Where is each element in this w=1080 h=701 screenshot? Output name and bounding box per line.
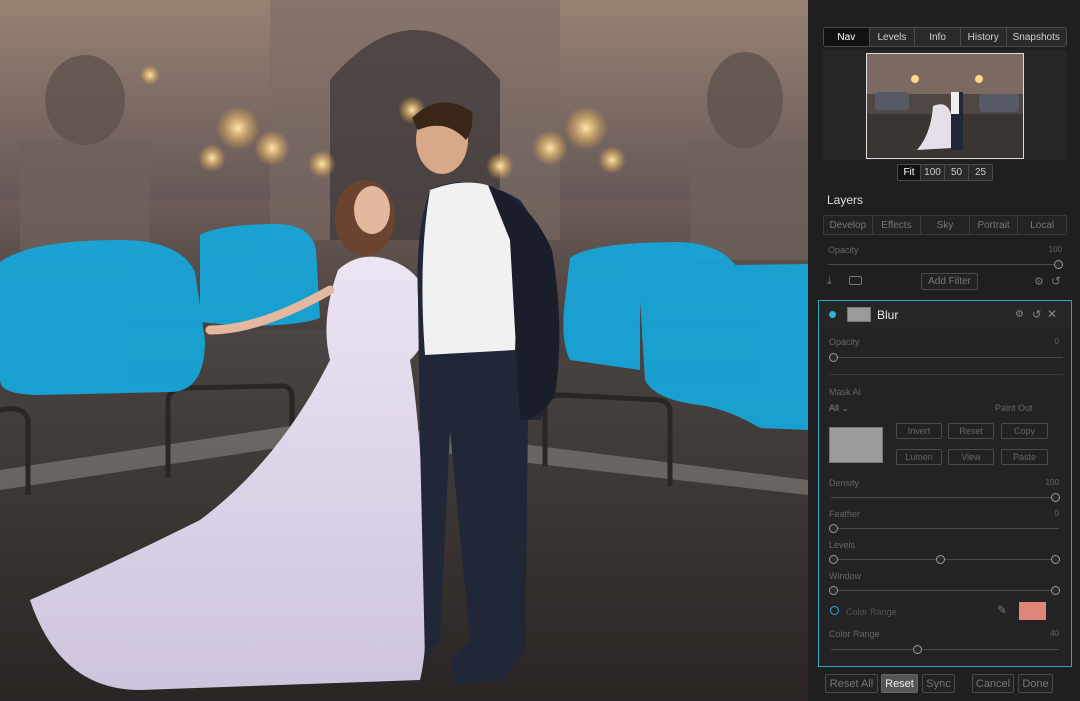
window-track[interactable] <box>831 590 1059 591</box>
tab-develop[interactable]: Develop <box>824 216 872 234</box>
zoom-100[interactable]: 100 <box>920 165 944 180</box>
download-icon[interactable]: ⤓ <box>827 275 832 288</box>
window-label: Window <box>829 571 862 581</box>
eyedropper-icon[interactable]: ✎ <box>997 603 1007 617</box>
paste-mask-button[interactable]: Paste <box>1001 449 1048 465</box>
mask-select[interactable]: All ⌄ <box>829 403 849 414</box>
layer-opacity-label: Opacity <box>828 245 859 255</box>
add-filter-button[interactable]: Add Filter <box>921 273 978 290</box>
reset-all-button[interactable]: Reset All <box>825 674 878 693</box>
view-mask-button[interactable]: View <box>948 449 994 465</box>
tab-levels[interactable]: Levels <box>868 28 915 46</box>
invert-button[interactable]: Invert <box>896 423 942 439</box>
filter-swatch <box>847 307 871 322</box>
density-knob[interactable] <box>1051 493 1060 502</box>
color-range-toggle[interactable] <box>830 606 839 615</box>
reset-button[interactable]: Reset <box>881 674 918 693</box>
color-range-knob[interactable] <box>913 645 922 654</box>
tab-info[interactable]: Info <box>914 28 960 46</box>
layer-opacity-value: 100 <box>1048 245 1062 254</box>
zoom-25[interactable]: 25 <box>968 165 992 180</box>
chevron-down-icon: ⌄ <box>841 403 850 413</box>
zoom-selector: Fit 100 50 25 <box>897 164 993 181</box>
gear-icon[interactable]: ⚙ <box>1034 275 1044 288</box>
window-knob-high[interactable] <box>1051 586 1060 595</box>
gear-icon[interactable]: ⚙ <box>1015 309 1024 320</box>
layers-title: Layers <box>827 193 864 207</box>
photo-canvas[interactable] <box>0 0 808 701</box>
panel-tabs: Nav Levels Info History Snapshots <box>823 27 1067 47</box>
levels-knob-low[interactable] <box>829 555 838 564</box>
color-range-label: Color Range <box>829 629 880 639</box>
tab-local[interactable]: Local <box>1017 216 1066 234</box>
blur-header: Blur ⚙ ↺ ✕ <box>819 301 1071 329</box>
tab-effects[interactable]: Effects <box>871 216 921 234</box>
density-track[interactable] <box>831 497 1059 498</box>
filter-active-indicator[interactable] <box>829 311 836 318</box>
feather-knob[interactable] <box>829 524 838 533</box>
layer-filter-tabs: Develop Effects Sky Portrait Local <box>823 215 1067 235</box>
levels-knob-mid[interactable] <box>936 555 945 564</box>
wedding-photo <box>0 0 808 701</box>
feather-track[interactable] <box>831 528 1059 529</box>
mask-ai-label: Mask AI <box>829 387 862 397</box>
window-knob-low[interactable] <box>829 586 838 595</box>
blur-opacity-label: Opacity <box>829 337 860 347</box>
editor-panel: Nav Levels Info History Snapshots Fit 10… <box>808 0 1080 701</box>
density-value: 100 <box>1045 478 1059 487</box>
mask-select-value: All <box>829 403 840 413</box>
blur-opacity-track[interactable] <box>831 357 1063 358</box>
divider <box>829 374 1063 375</box>
color-range-swatch[interactable] <box>1019 602 1046 620</box>
color-range-toggle-label: Color Range <box>846 607 897 617</box>
zoom-50[interactable]: 50 <box>944 165 968 180</box>
copy-mask-button[interactable]: Copy <box>1001 423 1048 439</box>
lumen-button[interactable]: Lumen <box>896 449 942 465</box>
layer-opacity-knob[interactable] <box>1054 260 1063 269</box>
zoom-fit[interactable]: Fit <box>898 165 920 180</box>
undo-icon[interactable]: ↺ <box>1032 308 1041 321</box>
camera-icon[interactable] <box>849 276 862 285</box>
levels-label: Levels <box>829 540 856 550</box>
blur-opacity-knob[interactable] <box>829 353 838 362</box>
feather-value: 0 <box>1054 509 1059 518</box>
sync-button[interactable]: Sync <box>922 674 955 693</box>
close-icon[interactable]: ✕ <box>1047 307 1057 321</box>
paint-out-label[interactable]: Paint Out <box>995 403 1033 413</box>
density-label: Density <box>829 478 860 488</box>
mask-preview[interactable] <box>829 427 883 463</box>
tab-sky[interactable]: Sky <box>920 216 969 234</box>
undo-icon[interactable]: ↺ <box>1051 274 1061 288</box>
color-range-value: 40 <box>1050 629 1059 638</box>
color-range-track[interactable] <box>831 649 1059 650</box>
thumbnail-image <box>867 54 1023 158</box>
levels-track[interactable] <box>831 559 1059 560</box>
layer-opacity-track[interactable] <box>828 264 1059 265</box>
feather-label: Feather <box>829 509 861 519</box>
tab-history[interactable]: History <box>959 28 1006 46</box>
blur-title: Blur <box>877 308 899 322</box>
cancel-button[interactable]: Cancel <box>972 674 1014 693</box>
tab-portrait[interactable]: Portrait <box>968 216 1018 234</box>
done-button[interactable]: Done <box>1018 674 1053 693</box>
navigator-thumbnail[interactable] <box>866 53 1024 159</box>
blur-filter-panel: Blur ⚙ ↺ ✕ Opacity 0 Mask AI All ⌄ Paint… <box>818 300 1072 667</box>
tab-snapshots[interactable]: Snapshots <box>1005 28 1066 46</box>
tab-nav[interactable]: Nav <box>824 28 869 46</box>
blur-opacity-value: 0 <box>1054 337 1059 346</box>
levels-knob-high[interactable] <box>1051 555 1060 564</box>
reset-mask-button[interactable]: Reset <box>948 423 994 439</box>
